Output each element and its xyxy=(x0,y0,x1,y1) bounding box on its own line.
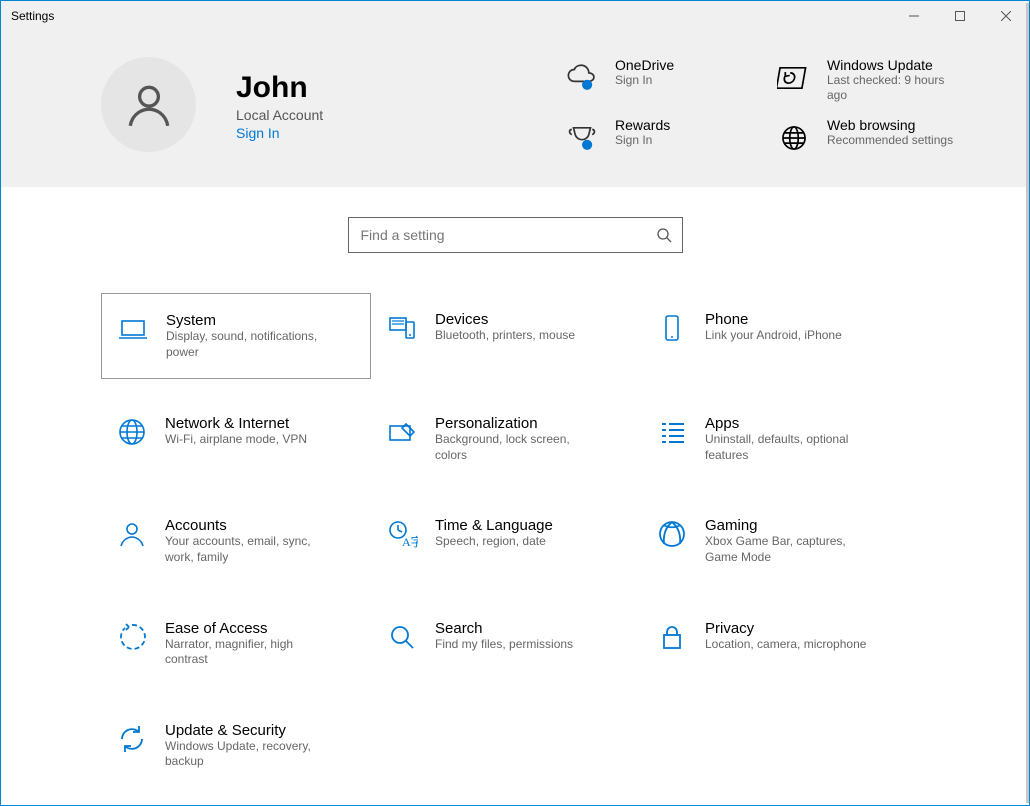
signin-link[interactable]: Sign In xyxy=(236,125,323,141)
tile-windows-update[interactable]: Windows Update Last checked: 9 hours ago xyxy=(769,53,969,107)
tile-rewards[interactable]: Rewards Sign In xyxy=(557,113,757,163)
cat-sub: Background, lock screen, colors xyxy=(435,432,605,463)
lock-icon xyxy=(655,620,689,654)
cat-sub: Your accounts, email, sync, work, family xyxy=(165,534,335,565)
devices-icon xyxy=(385,311,419,345)
category-phone[interactable]: PhoneLink your Android, iPhone xyxy=(641,293,911,379)
tile-sub: Recommended settings xyxy=(827,133,953,148)
user-name: John xyxy=(236,71,323,105)
cat-sub: Wi-Fi, airplane mode, VPN xyxy=(165,432,307,448)
category-time-language[interactable]: A字 Time & LanguageSpeech, region, date xyxy=(371,499,641,583)
user-info: John Local Account Sign In xyxy=(236,71,343,141)
cat-sub: Link your Android, iPhone xyxy=(705,328,842,344)
paint-icon xyxy=(385,415,419,449)
category-personalization[interactable]: PersonalizationBackground, lock screen, … xyxy=(371,397,641,481)
tile-sub: Sign In xyxy=(615,73,674,88)
apps-icon xyxy=(655,415,689,449)
tile-sub: Last checked: 9 hours ago xyxy=(827,73,965,103)
tile-sub: Sign In xyxy=(615,133,670,148)
cat-title: Apps xyxy=(705,415,875,432)
category-devices[interactable]: DevicesBluetooth, printers, mouse xyxy=(371,293,641,379)
cat-title: Gaming xyxy=(705,517,875,534)
tile-title: OneDrive xyxy=(615,57,674,73)
update-icon xyxy=(115,722,149,756)
cat-title: System xyxy=(166,312,336,329)
close-button[interactable] xyxy=(983,1,1029,31)
person-icon xyxy=(124,80,174,130)
search-icon xyxy=(385,620,419,654)
laptop-icon xyxy=(116,312,150,346)
header: John Local Account Sign In OneDrive Sign… xyxy=(1,31,1029,187)
cat-sub: Narrator, magnifier, high contrast xyxy=(165,637,335,668)
ease-icon xyxy=(115,620,149,654)
category-accounts[interactable]: AccountsYour accounts, email, sync, work… xyxy=(101,499,371,583)
category-search[interactable]: SearchFind my files, permissions xyxy=(371,602,641,686)
globe-icon xyxy=(773,117,815,159)
cat-title: Privacy xyxy=(705,620,866,637)
tile-title: Web browsing xyxy=(827,117,953,133)
category-update-security[interactable]: Update & SecurityWindows Update, recover… xyxy=(101,704,371,788)
onedrive-icon xyxy=(561,57,603,99)
cat-title: Devices xyxy=(435,311,575,328)
time-language-icon: A字 xyxy=(385,517,419,551)
tile-title: Rewards xyxy=(615,117,670,133)
phone-icon xyxy=(655,311,689,345)
category-network[interactable]: Network & InternetWi-Fi, airplane mode, … xyxy=(101,397,371,481)
globe-icon xyxy=(115,415,149,449)
cat-title: Accounts xyxy=(165,517,335,534)
cat-sub: Xbox Game Bar, captures, Game Mode xyxy=(705,534,875,565)
category-gaming[interactable]: GamingXbox Game Bar, captures, Game Mode xyxy=(641,499,911,583)
search-box[interactable] xyxy=(348,217,683,253)
user-type: Local Account xyxy=(236,107,323,123)
category-apps[interactable]: AppsUninstall, defaults, optional featur… xyxy=(641,397,911,481)
cat-sub: Find my files, permissions xyxy=(435,637,573,653)
tile-web-browsing[interactable]: Web browsing Recommended settings xyxy=(769,113,969,163)
cat-title: Ease of Access xyxy=(165,620,335,637)
svg-text:A字: A字 xyxy=(402,534,418,549)
window-title: Settings xyxy=(11,9,54,23)
category-system[interactable]: SystemDisplay, sound, notifications, pow… xyxy=(101,293,371,379)
settings-window: Settings John Local Account Sign In xyxy=(0,0,1030,806)
category-grid: SystemDisplay, sound, notifications, pow… xyxy=(101,293,929,788)
tile-onedrive[interactable]: OneDrive Sign In xyxy=(557,53,757,107)
category-ease-of-access[interactable]: Ease of AccessNarrator, magnifier, high … xyxy=(101,602,371,686)
cat-title: Update & Security xyxy=(165,722,335,739)
cat-title: Time & Language xyxy=(435,517,553,534)
search-input[interactable] xyxy=(359,226,656,244)
minimize-button[interactable] xyxy=(891,1,937,31)
cat-title: Personalization xyxy=(435,415,605,432)
cat-sub: Uninstall, defaults, optional features xyxy=(705,432,875,463)
category-privacy[interactable]: PrivacyLocation, camera, microphone xyxy=(641,602,911,686)
cat-title: Search xyxy=(435,620,573,637)
cat-sub: Speech, region, date xyxy=(435,534,553,550)
cat-title: Phone xyxy=(705,311,842,328)
maximize-button[interactable] xyxy=(937,1,983,31)
cat-sub: Location, camera, microphone xyxy=(705,637,866,653)
tile-title: Windows Update xyxy=(827,57,965,73)
update-icon xyxy=(773,57,815,99)
cat-title: Network & Internet xyxy=(165,415,307,432)
person-icon xyxy=(115,517,149,551)
cat-sub: Bluetooth, printers, mouse xyxy=(435,328,575,344)
search-icon xyxy=(656,227,672,243)
user-avatar[interactable] xyxy=(101,57,196,152)
gaming-icon xyxy=(655,517,689,551)
cat-sub: Windows Update, recovery, backup xyxy=(165,739,335,770)
cat-sub: Display, sound, notifications, power xyxy=(166,329,336,360)
titlebar: Settings xyxy=(1,1,1029,31)
main: SystemDisplay, sound, notifications, pow… xyxy=(1,187,1029,806)
scrollbar[interactable] xyxy=(1026,3,1029,803)
rewards-icon xyxy=(561,117,603,159)
